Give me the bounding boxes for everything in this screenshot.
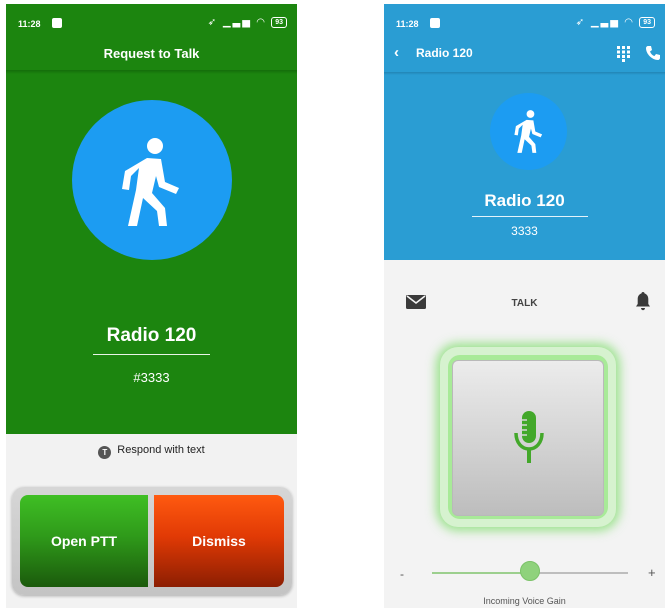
signal-icon: ▁▃▅ [590,17,620,29]
text-icon: T [98,446,112,459]
name-divider [472,216,588,217]
status-bar: 11:28 ➶ ▁▃▅ ◠ 93 [6,4,297,40]
push-to-talk-button[interactable] [452,360,604,516]
gain-increase[interactable]: + [648,565,656,580]
dialpad-icon[interactable] [617,46,631,62]
status-time: 11:28 [18,19,41,29]
header-divider [6,70,297,74]
caller-avatar [72,100,232,260]
contact-number: 3333 [511,224,538,238]
status-icons: ➶ ▁▃▅ ◠ 93 [576,17,655,28]
respond-with-text-link[interactable]: T Respond with text [6,444,297,459]
contact-name: Radio 120 [106,325,197,346]
notification-icon [430,18,440,28]
signal-icon: ▁▃▅ [222,17,252,29]
respond-with-text-label: Respond with text [117,444,205,456]
header-title: Radio 120 [416,46,473,60]
walking-person-icon [122,138,179,226]
open-ptt-button[interactable]: Open PTT [20,495,148,587]
bell-icon[interactable] [636,291,650,311]
contact-name: Radio 120 [484,191,565,210]
status-bar: 11:28 ➶ ▁▃▅ ◠ 93 [384,4,665,40]
voice-gain-label: Incoming Voice Gain [483,596,566,606]
gain-decrease[interactable]: - [400,567,404,581]
request-to-talk-screen: 11:28 ➶ ▁▃▅ ◠ 93 Request to Talk Radio 1… [6,4,297,608]
slider-track-rest [532,572,628,574]
status-icons: ➶ ▁▃▅ ◠ 93 [208,17,287,28]
contact-number: #3333 [133,370,170,385]
microphone-icon [514,411,544,463]
name-divider [93,354,210,355]
wifi-icon: ◠ [256,17,267,29]
action-buttons: Open PTT Dismiss [12,487,292,595]
battery-icon: 93 [271,17,287,28]
dismiss-button[interactable]: Dismiss [154,495,284,587]
app-header: ‹ Radio 120 [384,40,665,70]
location-icon: ➶ [207,17,219,29]
notification-icon [52,18,62,28]
phone-icon[interactable] [645,45,661,61]
header-divider [384,72,665,75]
contact-avatar [490,93,567,170]
walking-person-icon [514,110,543,153]
wifi-icon: ◠ [624,17,635,29]
page-title: Request to Talk [103,46,200,61]
slider-knob[interactable] [520,561,540,581]
back-icon[interactable]: ‹ [394,44,399,61]
location-icon: ➶ [575,17,587,29]
status-time: 11:28 [396,19,419,29]
talk-label: TALK [511,298,538,309]
battery-icon: 93 [639,17,655,28]
ptt-talk-screen: 11:28 ➶ ▁▃▅ ◠ 93 ‹ Radio 120 Radio 120 3… [384,4,665,608]
